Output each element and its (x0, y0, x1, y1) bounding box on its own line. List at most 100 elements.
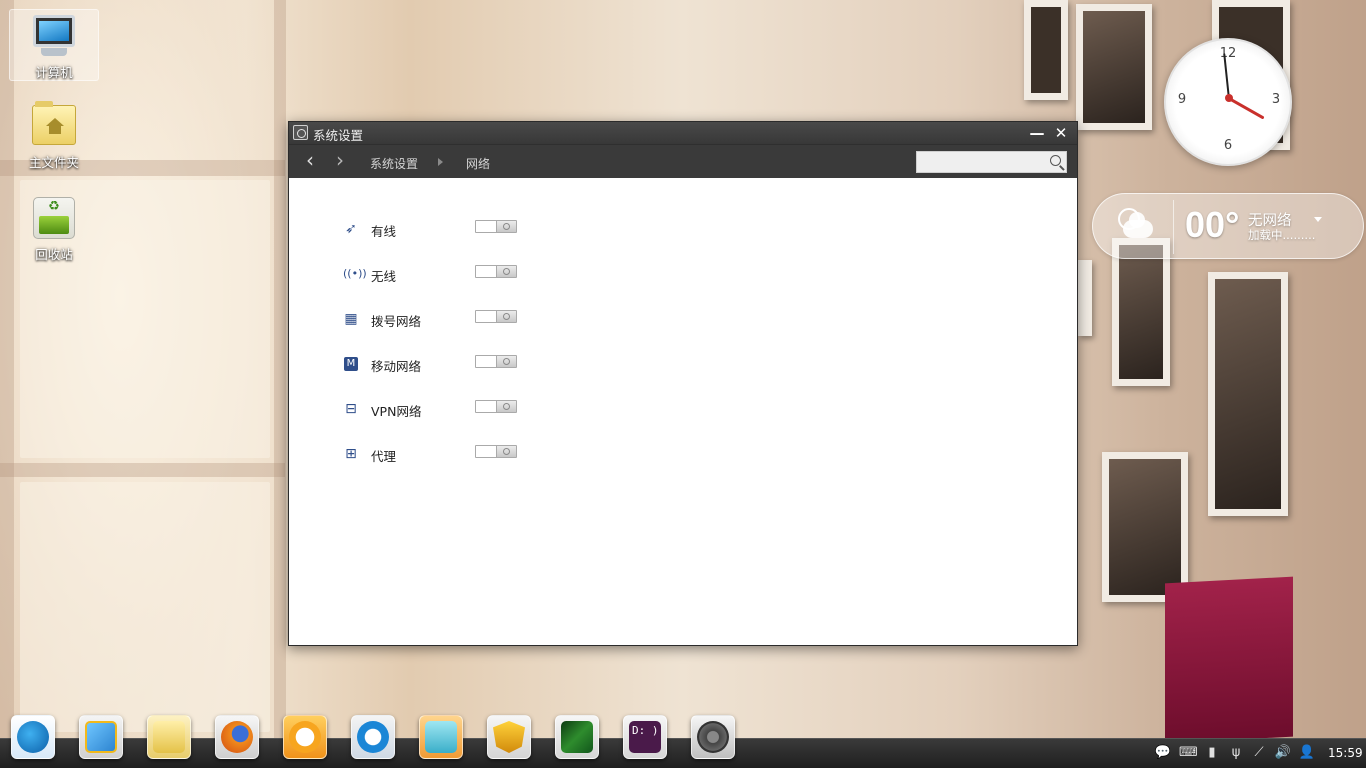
window-titlebar[interactable]: 系统设置 — ✕ (289, 122, 1077, 144)
proxy-icon: ⊞ (345, 446, 357, 462)
dock-store[interactable] (351, 715, 395, 759)
desktop-manager-icon (85, 721, 117, 753)
close-button[interactable]: ✕ (1051, 123, 1071, 143)
clock-numeral-6: 6 (1223, 138, 1233, 153)
tray-clock[interactable]: 15:59 (1328, 746, 1363, 760)
vpn-toggle[interactable] (475, 400, 517, 413)
gear-icon (697, 721, 729, 753)
clock-numeral-9: 9 (1177, 92, 1187, 107)
keyboard-icon[interactable]: ⌨ (1179, 746, 1198, 760)
mobile-network-icon: M (344, 357, 358, 371)
network-item-mobile: M 移动网络 (343, 353, 543, 377)
dock-desktop-manager[interactable] (79, 715, 123, 759)
search-input[interactable] (917, 153, 1043, 173)
chat-icon[interactable]: 💬 (1154, 746, 1172, 760)
minimize-button[interactable]: — (1027, 123, 1047, 143)
wired-icon: ➶ (345, 221, 357, 237)
wireless-icon: ((•)) (343, 267, 367, 280)
clock-center-pin (1225, 94, 1233, 102)
forward-button[interactable]: › (329, 150, 351, 172)
network-item-label: 拨号网络 (371, 314, 422, 329)
dock-music-player[interactable] (283, 715, 327, 759)
search-box[interactable] (916, 151, 1067, 173)
network-item-label: 无线 (371, 269, 397, 284)
network-item-wired: ➶ 有线 (343, 218, 543, 242)
dock-firefox[interactable] (215, 715, 259, 759)
dialup-toggle[interactable] (475, 310, 517, 323)
weather-widget[interactable]: 00° 无网络 加载中......... (1092, 193, 1364, 259)
breadcrumb-separator-icon (438, 158, 443, 166)
launcher-icon (17, 721, 49, 753)
desktop-icon-trash[interactable]: 回收站 (9, 192, 99, 264)
clock-hour-hand (1228, 97, 1265, 120)
dropdown-arrow-icon[interactable] (1314, 217, 1322, 222)
clock-widget[interactable]: 12 3 6 9 (1164, 38, 1292, 166)
search-icon[interactable] (1050, 155, 1061, 166)
wired-toggle[interactable] (475, 220, 517, 233)
wall-picture-frame (1024, 0, 1068, 100)
window-title: 系统设置 (313, 128, 364, 143)
wireless-toggle[interactable] (475, 265, 517, 278)
battery-icon[interactable]: ▮ (1203, 746, 1221, 760)
network-item-label: 有线 (371, 224, 397, 239)
game-shield-icon (493, 721, 525, 753)
weather-temperature: 00° (1185, 204, 1240, 245)
dock-terminal[interactable]: D: ) (623, 715, 667, 759)
settings-app-icon (293, 125, 308, 140)
wall-picture-frame (1102, 452, 1188, 602)
breadcrumb-system-settings[interactable]: 系统设置 (370, 155, 418, 172)
network-item-label: 移动网络 (371, 359, 422, 374)
wall-picture-frame (1208, 272, 1288, 516)
wallpaper-window-pane (20, 482, 270, 732)
firefox-icon (221, 721, 253, 753)
partly-cloudy-icon (1113, 206, 1155, 246)
home-folder-icon (31, 101, 77, 151)
network-item-proxy: ⊞ 代理 (343, 443, 543, 467)
wall-picture-frame (1078, 260, 1092, 336)
navigation-toolbar: ‹ › 系统设置 网络 (289, 144, 1077, 178)
back-button[interactable]: ‹ (299, 150, 321, 172)
dock-file-manager[interactable] (147, 715, 191, 759)
trash-icon (31, 197, 77, 243)
network-item-wireless: ((•)) 无线 (343, 263, 543, 287)
wall-picture-frame (1112, 238, 1170, 386)
folder-icon (153, 721, 185, 753)
desktop-icon-label: 回收站 (35, 247, 73, 262)
weather-divider (1173, 200, 1174, 254)
wall-shelf (1165, 576, 1293, 744)
network-item-label: 代理 (371, 449, 397, 464)
wallpaper-window-frame (0, 463, 285, 477)
user-icon[interactable]: 👤 (1298, 746, 1316, 760)
volume-icon[interactable]: 🔊 (1274, 746, 1292, 760)
desktop-icon-home-folder[interactable]: 主文件夹 (9, 100, 99, 172)
settings-window: 系统设置 — ✕ ‹ › 系统设置 网络 ➶ 有线 ((•)) 无线 ▦ 拨号网… (288, 121, 1078, 646)
dock-gift-bag[interactable] (419, 715, 463, 759)
desktop-icon-label: 主文件夹 (28, 155, 79, 170)
terminal-icon: D: ) (629, 721, 661, 753)
gift-bag-icon (425, 721, 457, 753)
wall-picture-frame (1076, 4, 1152, 130)
network-item-vpn: ⊟ VPN网络 (343, 398, 543, 422)
network-disconnected-icon[interactable]: ⟋ (1250, 746, 1268, 760)
music-icon (289, 721, 321, 753)
weather-status: 加载中......... (1248, 228, 1316, 242)
breadcrumb-network[interactable]: 网络 (466, 155, 490, 172)
store-icon (357, 721, 389, 753)
computer-icon (31, 15, 77, 61)
dock-game-center[interactable] (487, 715, 531, 759)
dock-launcher[interactable] (11, 715, 55, 759)
network-item-label: VPN网络 (371, 404, 422, 419)
wallpaper-window-frame (274, 0, 286, 740)
network-item-dialup: ▦ 拨号网络 (343, 308, 543, 332)
usb-icon[interactable]: ψ (1227, 746, 1245, 760)
dock-image-viewer[interactable] (555, 715, 599, 759)
clock-numeral-3: 3 (1271, 92, 1281, 107)
dialup-icon: ▦ (344, 311, 358, 327)
desktop-icon-label: 计算机 (35, 65, 73, 80)
vpn-icon: ⊟ (345, 401, 357, 417)
proxy-toggle[interactable] (475, 445, 517, 458)
mobile-network-toggle[interactable] (475, 355, 517, 368)
dock-system-settings[interactable] (691, 715, 735, 759)
desktop-icon-computer[interactable]: 计算机 (9, 9, 99, 81)
image-viewer-icon (561, 721, 593, 753)
